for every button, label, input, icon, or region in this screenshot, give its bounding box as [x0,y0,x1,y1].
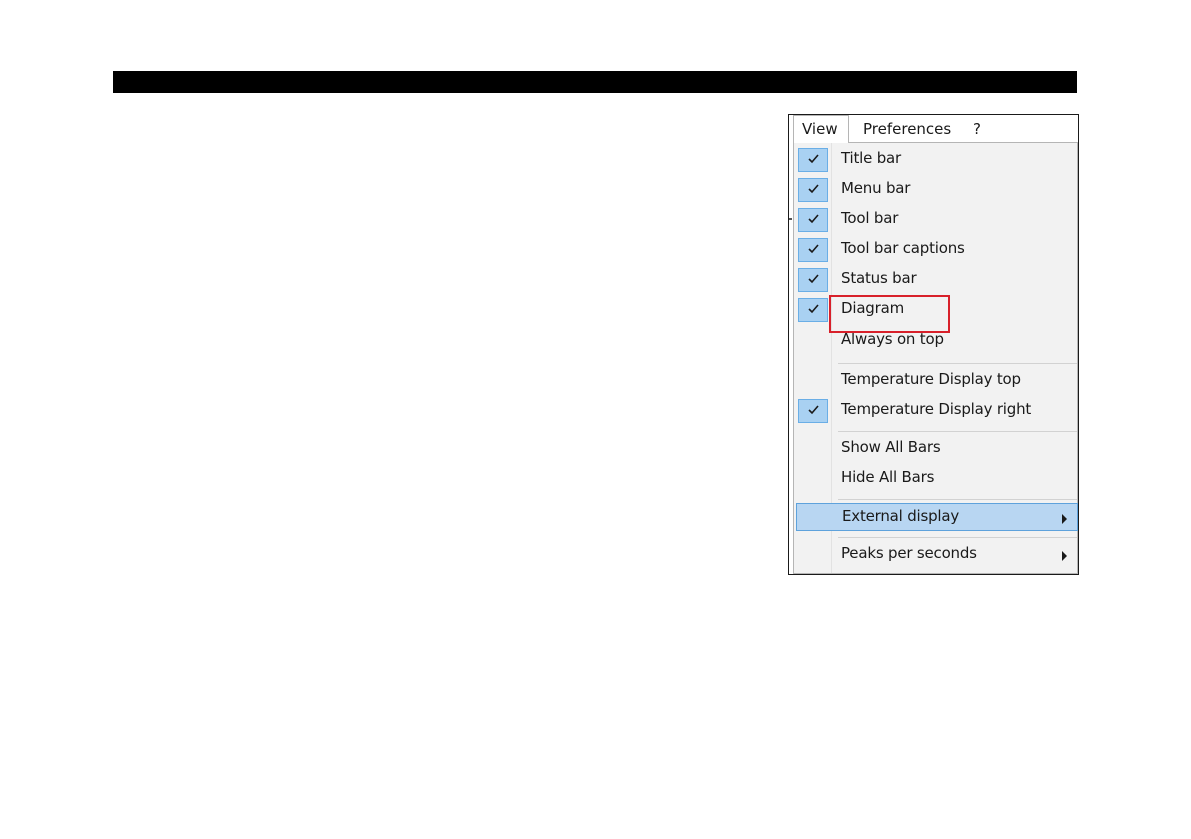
menu-item-hide-all-bars[interactable]: Hide All Bars [794,465,1077,493]
menu-item-always-on-top[interactable]: Always on top [794,327,1077,355]
menu-item-label: Diagram [841,299,905,317]
check-icon [798,298,828,322]
menu-screenshot: View Preferences ? Title bar Menu bar To… [788,114,1079,575]
menu-item-label: Tool bar captions [841,239,965,257]
header-bar [113,71,1077,93]
menu-item-label: Always on top [841,330,944,348]
menu-view[interactable]: View [793,115,849,143]
menu-separator [838,363,1077,364]
menu-item-menu-bar[interactable]: Menu bar [794,176,1077,204]
view-dropdown-menu: Title bar Menu bar Tool bar Tool bar cap… [793,142,1078,574]
menu-item-tool-bar[interactable]: Tool bar [794,206,1077,234]
menu-item-label: Temperature Display top [841,370,1021,388]
menu-item-status-bar[interactable]: Status bar [794,266,1077,294]
menu-help[interactable]: ? [973,115,981,143]
menu-item-temperature-display-top[interactable]: Temperature Display top [794,367,1077,395]
menu-item-label: Status bar [841,269,917,287]
menu-item-label: Hide All Bars [841,468,935,486]
menu-item-label: Menu bar [841,179,911,197]
menu-item-label: Title bar [841,149,901,167]
menu-item-label: Tool bar [841,209,899,227]
menu-item-label: Show All Bars [841,438,941,456]
menu-bar: View Preferences ? [789,115,1078,143]
check-icon [798,148,828,172]
check-icon [798,208,828,232]
menu-item-diagram[interactable]: Diagram [794,296,1077,324]
edge-mark [789,218,792,220]
menu-item-tool-bar-captions[interactable]: Tool bar captions [794,236,1077,264]
menu-item-label: Temperature Display right [841,400,1032,418]
menu-separator [838,499,1077,500]
menu-item-label: External display [842,507,960,525]
menu-item-show-all-bars[interactable]: Show All Bars [794,435,1077,463]
menu-separator [838,431,1077,432]
check-icon [798,178,828,202]
submenu-arrow-icon [1062,514,1067,524]
menu-item-external-display[interactable]: External display [796,503,1078,531]
page: View Preferences ? Title bar Menu bar To… [0,0,1191,839]
check-icon [798,399,828,423]
menu-preferences[interactable]: Preferences [863,115,951,143]
menu-item-label: Peaks per seconds [841,544,977,562]
menu-separator [838,537,1077,538]
menu-item-temperature-display-right[interactable]: Temperature Display right [794,397,1077,425]
menu-item-title-bar[interactable]: Title bar [794,146,1077,174]
menu-item-peaks-per-seconds[interactable]: Peaks per seconds [794,541,1077,569]
check-icon [798,238,828,262]
check-icon [798,268,828,292]
submenu-arrow-icon [1062,551,1067,561]
